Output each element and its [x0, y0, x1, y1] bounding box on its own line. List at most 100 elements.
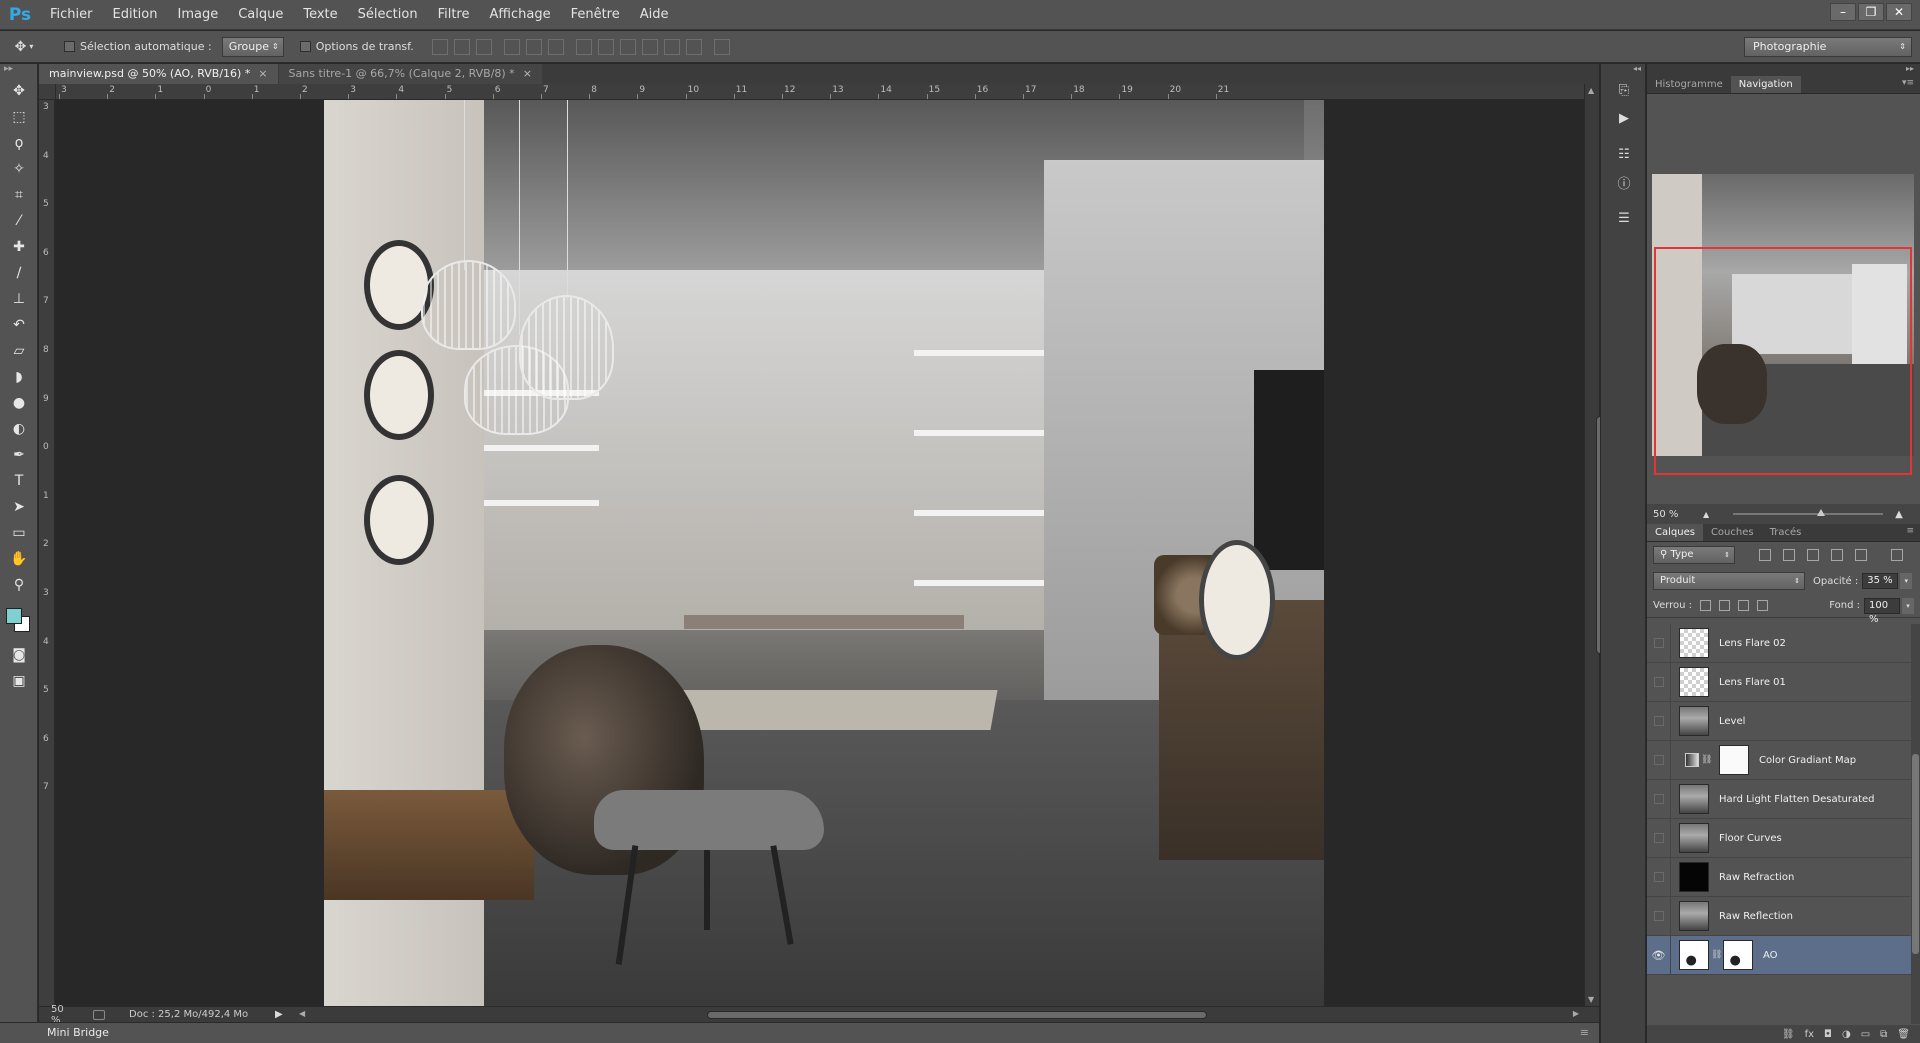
opacity-field[interactable]: 35 %: [1862, 573, 1899, 589]
new-group-icon[interactable]: ▭: [1861, 1029, 1870, 1040]
filter-adjustment-icon[interactable]: [1783, 549, 1795, 561]
distribute-vcenter-icon[interactable]: [597, 38, 614, 55]
healing-brush-tool-icon[interactable]: ✚: [0, 234, 38, 260]
visibility-toggle[interactable]: [1647, 740, 1671, 780]
status-info-icon[interactable]: [93, 1009, 105, 1020]
blend-mode-dropdown[interactable]: Produit ⇕: [1653, 572, 1805, 590]
horizontal-scrollbar[interactable]: ◀ ▶: [299, 1009, 1579, 1020]
dodge-tool-icon[interactable]: ◐: [0, 416, 38, 442]
layer-mask-thumbnail[interactable]: [1723, 940, 1753, 970]
visibility-toggle[interactable]: [1647, 624, 1671, 663]
layer-row[interactable]: Lens Flare 01: [1647, 662, 1911, 702]
close-tab-icon[interactable]: ×: [523, 67, 532, 80]
eraser-tool-icon[interactable]: ▱: [0, 338, 38, 364]
vertical-ruler[interactable]: 3 4 5 6 7 8 9 0 1 2 3 4 5 6 7: [39, 100, 55, 1006]
layer-row[interactable]: Level: [1647, 701, 1911, 741]
tab-channels[interactable]: Couches: [1703, 524, 1762, 541]
transform-controls-option[interactable]: Options de transf.: [299, 40, 414, 53]
close-tab-icon[interactable]: ×: [258, 67, 267, 80]
navigator-zoom-field[interactable]: 50 %: [1647, 509, 1687, 520]
layer-thumbnail[interactable]: [1679, 940, 1709, 970]
close-button[interactable]: ✕: [1886, 3, 1912, 21]
filter-type-icon[interactable]: [1807, 549, 1819, 561]
actions-panel-icon[interactable]: ▶: [1601, 104, 1647, 132]
foreground-color-swatch[interactable]: [6, 608, 22, 624]
layer-row[interactable]: ⛓ Color Gradiant Map: [1647, 740, 1911, 780]
path-select-tool-icon[interactable]: ➤: [0, 494, 38, 520]
layer-row[interactable]: 👁 ⛓ AO: [1647, 935, 1911, 975]
visibility-toggle[interactable]: [1647, 857, 1671, 897]
lock-image-icon[interactable]: [1719, 600, 1731, 611]
move-tool-icon[interactable]: ✥: [0, 78, 38, 104]
layer-thumbnail[interactable]: [1679, 901, 1709, 931]
filter-shape-icon[interactable]: [1831, 549, 1843, 561]
properties-panel-icon[interactable]: ☰: [1601, 204, 1647, 232]
layer-filter-dropdown[interactable]: ⚲ Type ⇕: [1653, 546, 1735, 564]
scroll-right-icon[interactable]: ▶: [1573, 1009, 1579, 1018]
tab-layers[interactable]: Calques: [1647, 524, 1703, 541]
history-panel-icon[interactable]: ⎘: [1601, 76, 1647, 104]
layer-thumbnail[interactable]: [1679, 706, 1709, 736]
restore-button[interactable]: ❐: [1858, 3, 1884, 21]
menu-2[interactable]: Image: [167, 0, 228, 30]
canvas-area[interactable]: [56, 100, 1584, 1006]
rectangle-tool-icon[interactable]: ▭: [0, 520, 38, 546]
auto-align-icon[interactable]: [713, 38, 730, 55]
distribute-right-icon[interactable]: [685, 38, 702, 55]
visibility-toggle[interactable]: [1647, 701, 1671, 741]
layer-row[interactable]: Floor Curves: [1647, 818, 1911, 858]
panel-menu-icon[interactable]: ≡: [1906, 526, 1914, 536]
auto-select-checkbox[interactable]: [64, 41, 75, 52]
align-hcenter-icon[interactable]: [525, 38, 542, 55]
align-vcenter-icon[interactable]: [453, 38, 470, 55]
menu-4[interactable]: Texte: [293, 0, 347, 30]
menu-6[interactable]: Filtre: [428, 0, 480, 30]
hand-tool-icon[interactable]: ✋: [0, 546, 38, 572]
collapse-panels-icon[interactable]: ▸▸: [1647, 64, 1920, 76]
type-tool-icon[interactable]: T: [0, 468, 38, 494]
layer-style-icon[interactable]: fx: [1805, 1029, 1814, 1040]
align-top-icon[interactable]: [431, 38, 448, 55]
lock-position-icon[interactable]: [1738, 600, 1750, 611]
add-mask-icon[interactable]: ◘: [1824, 1029, 1832, 1040]
layer-thumbnail[interactable]: [1679, 823, 1709, 853]
new-layer-icon[interactable]: ⧉: [1880, 1029, 1887, 1040]
layer-thumbnail[interactable]: [1679, 667, 1709, 697]
panel-menu-icon[interactable]: ≡: [1580, 1023, 1589, 1043]
filter-toggle-icon[interactable]: [1891, 549, 1903, 561]
slider-knob[interactable]: [1817, 509, 1826, 516]
layer-row[interactable]: Raw Reflection: [1647, 896, 1911, 936]
align-bottom-icon[interactable]: [475, 38, 492, 55]
menu-7[interactable]: Affichage: [480, 0, 561, 30]
paint-bucket-tool-icon[interactable]: ◗: [0, 364, 38, 390]
menu-8[interactable]: Fenêtre: [561, 0, 630, 30]
panel-menu-icon[interactable]: ▾≡: [1902, 78, 1914, 88]
minimize-button[interactable]: –: [1830, 3, 1856, 21]
eyedropper-tool-icon[interactable]: ⁄: [0, 208, 38, 234]
vertical-scrollbar[interactable]: ▲ ▼: [1584, 84, 1605, 1006]
auto-select-option[interactable]: Sélection automatique :: [64, 40, 212, 53]
document-tab[interactable]: mainview.psd @ 50% (AO, RVB/16) * ×: [39, 64, 278, 84]
auto-select-dropdown[interactable]: Groupe ⇕: [221, 36, 284, 57]
tab-histogram[interactable]: Histogramme: [1647, 76, 1731, 93]
filter-smart-object-icon[interactable]: [1855, 549, 1867, 561]
layer-row[interactable]: Raw Refraction: [1647, 857, 1911, 897]
menu-3[interactable]: Calque: [228, 0, 293, 30]
lasso-tool-icon[interactable]: ϙ: [0, 130, 38, 156]
blur-tool-icon[interactable]: ●: [0, 390, 38, 416]
tab-paths[interactable]: Tracés: [1762, 524, 1810, 541]
document-image[interactable]: [324, 100, 1324, 1006]
distribute-hcenter-icon[interactable]: [663, 38, 680, 55]
zoom-out-icon[interactable]: ▲: [1703, 510, 1709, 519]
stamp-tool-icon[interactable]: ⊥: [0, 286, 38, 312]
navigator-zoom-slider[interactable]: [1733, 509, 1884, 516]
fill-field[interactable]: 100 %: [1864, 597, 1900, 625]
chain-link-icon[interactable]: ⛓: [1701, 755, 1712, 765]
layer-thumbnail[interactable]: [1679, 784, 1709, 814]
layer-thumbnail[interactable]: [1679, 628, 1709, 658]
layer-mask-thumbnail[interactable]: [1719, 745, 1749, 775]
menu-5[interactable]: Sélection: [348, 0, 428, 30]
link-layers-icon[interactable]: ⛓: [1782, 1029, 1795, 1040]
visibility-toggle[interactable]: [1647, 779, 1671, 819]
pen-tool-icon[interactable]: ✒: [0, 442, 38, 468]
